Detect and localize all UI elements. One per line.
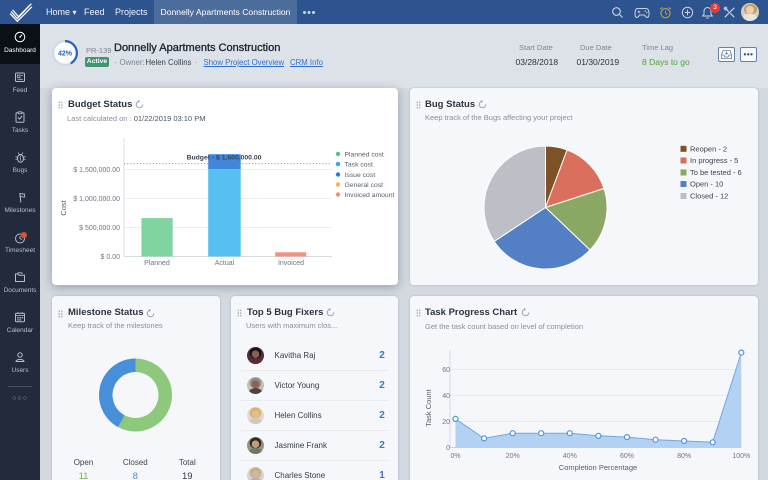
svg-text:Issue cost: Issue cost [345,172,376,179]
svg-text:Planned cost: Planned cost [345,151,384,158]
svg-text:80%: 80% [677,453,691,460]
svg-text:20%: 20% [506,453,520,460]
svg-text:Completion Percentage: Completion Percentage [559,463,637,472]
svg-text:$ 1,500,000.00: $ 1,500,000.00 [73,167,120,174]
svg-text:60%: 60% [620,453,634,460]
svg-text:20: 20 [442,419,450,426]
svg-text:In progress - 5: In progress - 5 [690,156,738,165]
svg-text:General cost: General cost [345,182,384,189]
svg-text:Budget - $ 1,600,000.00: Budget - $ 1,600,000.00 [187,155,262,162]
svg-text:Task cost: Task cost [345,161,373,168]
svg-text:60: 60 [442,367,450,374]
svg-text:Planned: Planned [144,260,170,267]
svg-text:Total: Total [179,458,196,467]
svg-text:$ 0.00: $ 0.00 [101,254,121,261]
svg-text:Task Count: Task Count [424,388,433,426]
svg-text:$ 500,000.00: $ 500,000.00 [79,225,120,232]
svg-text:Open - 10: Open - 10 [690,180,723,189]
svg-text:40%: 40% [563,453,577,460]
svg-text:Cost: Cost [59,199,68,215]
svg-text:Invoiced amount: Invoiced amount [345,192,395,199]
svg-text:$ 1,000,000.00: $ 1,000,000.00 [73,196,120,203]
svg-text:11: 11 [79,471,89,480]
svg-text:Closed: Closed [123,458,148,467]
svg-text:19: 19 [182,471,193,480]
svg-text:Invoiced: Invoiced [278,260,304,267]
svg-text:40: 40 [442,393,450,400]
svg-text:8: 8 [133,471,138,480]
svg-text:Open: Open [74,458,94,467]
svg-text:0: 0 [446,445,450,452]
svg-text:0%: 0% [450,453,460,460]
svg-text:Closed - 12: Closed - 12 [690,192,728,201]
svg-text:42%: 42% [58,51,73,58]
svg-text:100%: 100% [732,453,750,460]
svg-text:Actual: Actual [215,260,235,267]
svg-text:To be tested - 6: To be tested - 6 [690,168,742,177]
svg-text:Reopen - 2: Reopen - 2 [690,144,727,153]
